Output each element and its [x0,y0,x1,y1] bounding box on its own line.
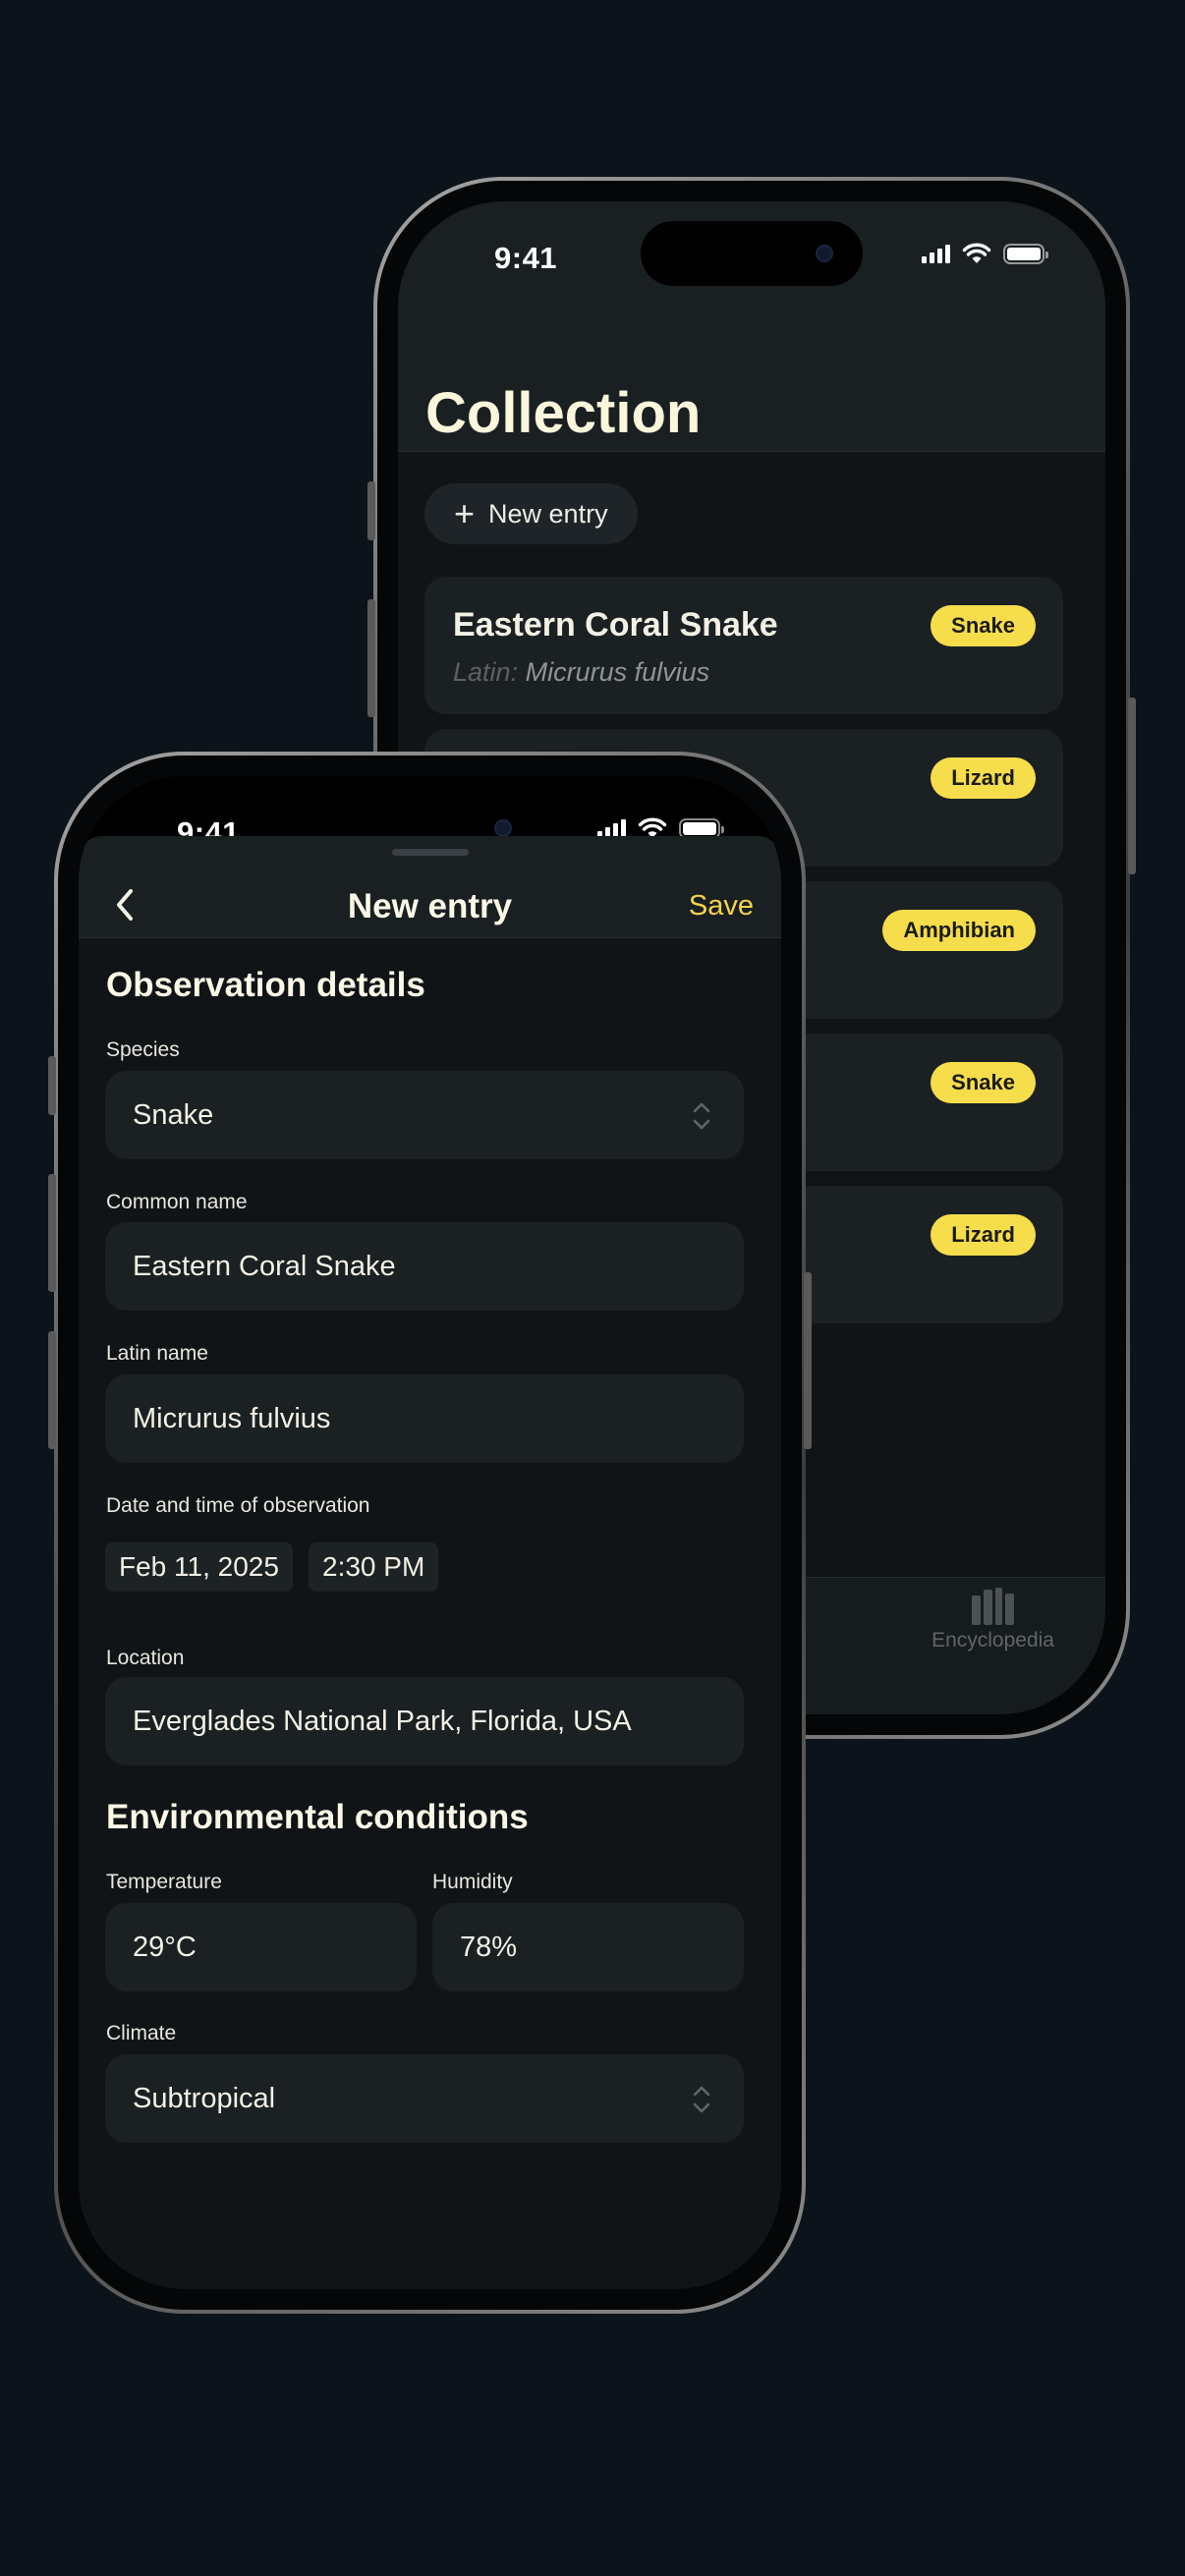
new-entry-screen: 9:41 New entry Save Observation details … [79,776,781,2289]
common-name-field[interactable]: Eastern Coral Snake [105,1222,744,1311]
camera-icon [816,245,833,262]
humidity-value: 78% [460,1931,518,1963]
datetime-label: Date and time of observation [106,1494,370,1517]
latin-name-label: Latin name [106,1342,208,1365]
volume-down-button [48,1331,56,1449]
climate-value: Subtropical [133,2082,276,2114]
entry-name: Eastern Coral Snake [453,606,778,644]
climate-select[interactable]: Subtropical [105,2054,744,2143]
species-label: Species [106,1038,180,1061]
page-title: New entry [347,887,513,925]
list-item[interactable]: Eastern Coral Snake Latin: Micrurus fulv… [424,577,1063,714]
location-field[interactable]: Everglades National Park, Florida, USA [105,1677,744,1765]
books-icon [972,1586,1015,1625]
sheet-header: New entry Save [79,836,781,938]
status-time: 9:41 [494,241,558,275]
common-name-value: Eastern Coral Snake [133,1250,396,1282]
new-entry-sheet: New entry Save Observation details Speci… [79,836,781,2289]
volume-up-button [48,1174,56,1292]
species-select[interactable]: Snake [105,1071,744,1159]
new-entry-button[interactable]: + New entry [424,483,638,544]
tab-encyclopedia-label: Encyclopedia [931,1629,1054,1652]
plus-icon: + [454,493,476,533]
chevron-updown-icon [693,2086,710,2113]
location-label: Location [106,1647,185,1669]
latin-name-value: Micrurus fulvius [133,1402,331,1434]
temperature-label: Temperature [106,1871,222,1893]
signal-icon [922,244,950,263]
page-title: Collection [425,381,702,445]
tab-encyclopedia[interactable]: Encyclopedia [931,1586,1054,1652]
latin-name-field[interactable]: Micrurus fulvius [105,1374,744,1463]
humidity-label: Humidity [432,1871,513,1893]
wifi-icon [962,243,991,263]
common-name-label: Common name [106,1191,248,1213]
status-icons [922,243,1048,264]
climate-label: Climate [106,2022,177,2044]
location-value: Everglades National Park, Florida, USA [133,1705,632,1737]
species-badge: Snake [931,605,1036,646]
section-title-observation: Observation details [106,966,425,1004]
new-entry-phone: 9:41 New entry Save Observation details … [48,752,812,2314]
entry-latin: Latin: Micrurus fulvius [453,657,710,687]
sheet-grabber[interactable] [391,849,469,856]
action-button [48,1056,56,1115]
save-button[interactable]: Save [689,890,754,923]
chevron-updown-icon [693,1102,710,1130]
section-title-environment: Environmental conditions [106,1798,529,1836]
battery-icon [1003,243,1048,264]
temperature-value: 29°C [133,1931,197,1963]
dynamic-island [641,221,863,286]
signal-icon [597,818,626,838]
power-button [1128,698,1136,874]
species-badge: Snake [931,1062,1036,1103]
species-value: Snake [133,1098,214,1131]
action-button [367,481,375,540]
species-badge: Amphibian [882,910,1036,951]
new-entry-label: New entry [488,498,608,529]
collection-header: 9:41 Collection [398,201,1105,452]
power-button [804,1272,812,1449]
temperature-field[interactable]: 29°C [105,1903,417,1991]
camera-icon [493,819,512,837]
species-badge: Lizard [931,757,1036,799]
date-picker[interactable]: Feb 11, 2025 [105,1542,293,1592]
volume-up-button [367,599,375,717]
humidity-field[interactable]: 78% [432,1903,744,1991]
species-badge: Lizard [931,1214,1036,1256]
time-picker[interactable]: 2:30 PM [309,1542,439,1592]
